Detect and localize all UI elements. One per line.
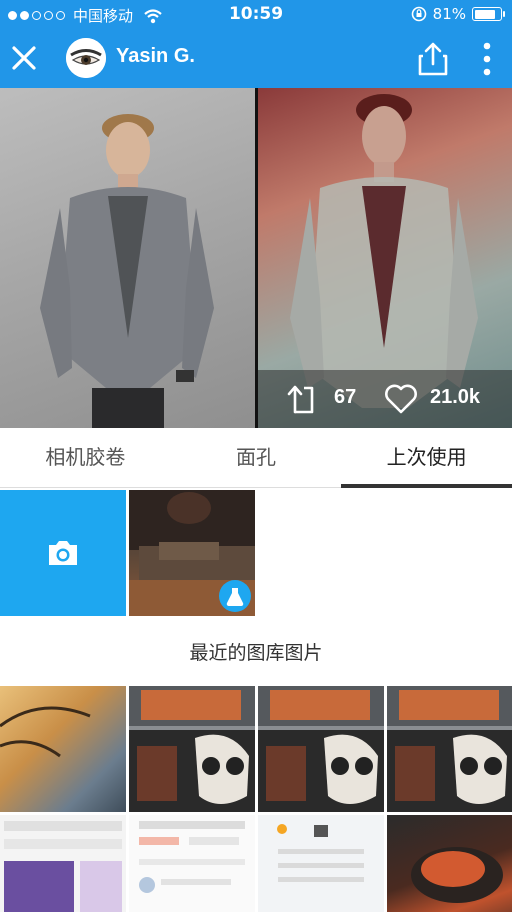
gallery-thumbnail[interactable] <box>387 686 512 812</box>
tab-last-used[interactable]: 上次使用 <box>341 428 512 488</box>
tab-faces[interactable]: 面孔 <box>171 428 342 487</box>
status-bar: 中国移动 10:59 81% <box>0 0 512 28</box>
camera-capture-button[interactable] <box>0 490 126 616</box>
gallery-thumbnail[interactable] <box>387 815 512 912</box>
gallery-thumbnail[interactable] <box>258 815 384 912</box>
like-count: 21.0k <box>430 386 481 408</box>
tab-camera-roll[interactable]: 相机胶卷 <box>0 428 171 487</box>
battery-icon <box>472 7 505 21</box>
source-tabs: 相机胶卷 面孔 上次使用 <box>0 428 512 488</box>
camera-icon <box>49 541 77 565</box>
gallery-section-title: 最近的图库图片 <box>189 642 323 664</box>
filtered-photo[interactable]: 67 21.0k <box>258 88 512 428</box>
gallery-thumbnail[interactable] <box>258 686 384 812</box>
hero-photos: 67 21.0k <box>0 88 512 428</box>
orientation-lock-icon <box>411 6 426 22</box>
close-icon[interactable] <box>6 40 42 76</box>
battery-info: 81% <box>411 5 505 23</box>
gallery-thumbnail[interactable] <box>129 815 255 912</box>
original-photo[interactable] <box>0 88 255 428</box>
heart-icon[interactable] <box>384 383 418 415</box>
user-name[interactable]: Yasin G. <box>116 45 195 68</box>
gallery-thumbnail[interactable] <box>0 686 126 812</box>
avatar[interactable] <box>66 38 106 78</box>
recent-photo-thumbnail[interactable] <box>129 490 255 616</box>
nav-bar: Yasin G. <box>0 28 512 88</box>
repost-count: 67 <box>334 386 357 408</box>
battery-percent: 81% <box>432 5 466 23</box>
more-vertical-icon[interactable] <box>472 40 502 78</box>
share-icon[interactable] <box>414 40 452 78</box>
gallery-thumbnail[interactable] <box>0 815 126 912</box>
gallery-thumbnail[interactable] <box>129 686 255 812</box>
repost-icon[interactable] <box>286 382 320 416</box>
flask-icon <box>219 580 251 612</box>
photo-stats-bar: 67 21.0k <box>258 370 512 428</box>
